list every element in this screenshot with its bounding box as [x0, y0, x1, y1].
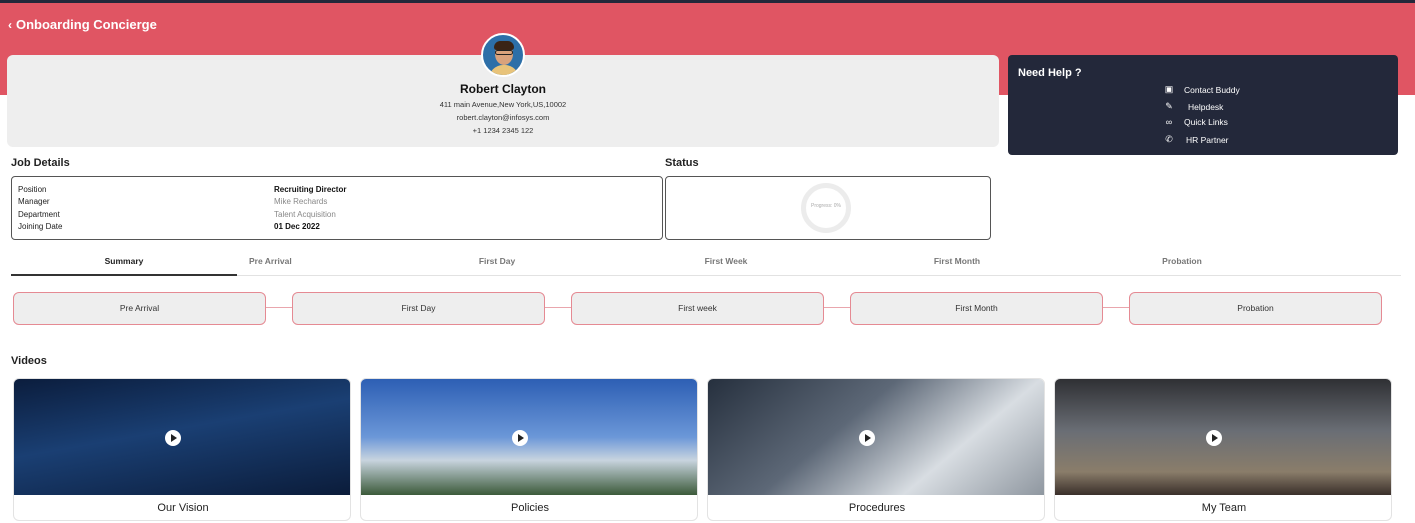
link-icon: ∞ — [1165, 117, 1173, 127]
video-label: Our Vision — [157, 502, 209, 514]
video-card-our-vision[interactable]: Our Vision — [13, 378, 351, 521]
video-thumbnail — [708, 379, 1044, 495]
job-label-position: Position — [18, 185, 47, 194]
play-icon[interactable] — [859, 430, 875, 446]
edit-icon: ✎ — [1165, 101, 1173, 111]
progress-text: Progress: 0% — [810, 203, 841, 209]
avatar — [481, 33, 525, 77]
profile-address: 411 main Avenue,New York,US,10002 — [439, 100, 567, 109]
video-label: Policies — [511, 502, 549, 514]
videos-title: Videos — [11, 355, 47, 367]
profile-name: Robert Clayton — [459, 82, 546, 96]
job-label-joining-date: Joining Date — [18, 222, 63, 231]
tab-bar: Summary Pre Arrival First Day First Week… — [11, 251, 1401, 276]
job-value-position: Recruiting Director — [274, 185, 347, 194]
tab-first-day[interactable]: First Day — [447, 251, 547, 276]
video-thumbnail — [1055, 379, 1391, 495]
tab-first-month[interactable]: First Month — [907, 251, 1007, 276]
job-label-manager: Manager — [18, 197, 50, 206]
stage-first-month[interactable]: First Month — [850, 292, 1103, 325]
help-item-hr-partner[interactable]: ✆ HR Partner — [1158, 134, 1228, 145]
job-value-department: Talent Acquisition — [274, 210, 336, 219]
chevron-left-icon: ‹ — [8, 17, 12, 32]
profile-phone: +1 1234 2345 122 — [472, 126, 534, 135]
tab-first-week[interactable]: First Week — [676, 251, 776, 276]
tab-probation[interactable]: Probation — [1132, 251, 1232, 276]
help-title: Need Help ? — [1018, 67, 1082, 79]
video-label: Procedures — [848, 502, 906, 514]
video-thumbnail — [361, 379, 697, 495]
app-title: Onboarding Concierge — [16, 17, 157, 32]
job-details-card: Position Recruiting Director Manager Mik… — [11, 176, 663, 240]
play-icon[interactable] — [1206, 430, 1222, 446]
need-help-panel: Need Help ? ▣ Contact Buddy ✎ Helpdesk ∞… — [1008, 55, 1398, 155]
phone-icon: ✆ — [1165, 134, 1173, 144]
tab-pre-arrival[interactable]: Pre Arrival — [237, 251, 357, 276]
stage-first-week[interactable]: First week — [571, 292, 824, 325]
profile-email: robert.clayton@infosys.com — [456, 113, 550, 122]
contact-card-icon: ▣ — [1164, 84, 1174, 94]
video-label: My Team — [1201, 502, 1247, 514]
status-card: Progress: 0% — [665, 176, 991, 240]
video-card-procedures[interactable]: Procedures — [707, 378, 1045, 521]
stage-pre-arrival[interactable]: Pre Arrival — [13, 292, 266, 325]
job-value-joining-date: 01 Dec 2022 — [274, 222, 320, 231]
help-item-contact-buddy[interactable]: ▣ Contact Buddy — [1158, 84, 1240, 95]
play-icon[interactable] — [165, 430, 181, 446]
help-item-helpdesk[interactable]: ✎ Helpdesk — [1158, 101, 1223, 112]
tab-summary[interactable]: Summary — [11, 251, 237, 276]
job-label-department: Department — [18, 210, 60, 219]
stage-probation[interactable]: Probation — [1129, 292, 1382, 325]
help-item-quick-links[interactable]: ∞ Quick Links — [1158, 117, 1228, 127]
job-value-manager: Mike Rechards — [274, 197, 328, 206]
back-button[interactable]: ‹ Onboarding Concierge — [8, 17, 157, 32]
video-card-policies[interactable]: Policies — [360, 378, 698, 521]
stage-first-day[interactable]: First Day — [292, 292, 545, 325]
video-card-my-team[interactable]: My Team — [1054, 378, 1392, 521]
play-icon[interactable] — [512, 430, 528, 446]
progress-ring: Progress: 0% — [801, 183, 851, 233]
job-details-title: Job Details — [11, 157, 70, 169]
video-thumbnail — [14, 379, 350, 495]
status-title: Status — [665, 157, 699, 169]
